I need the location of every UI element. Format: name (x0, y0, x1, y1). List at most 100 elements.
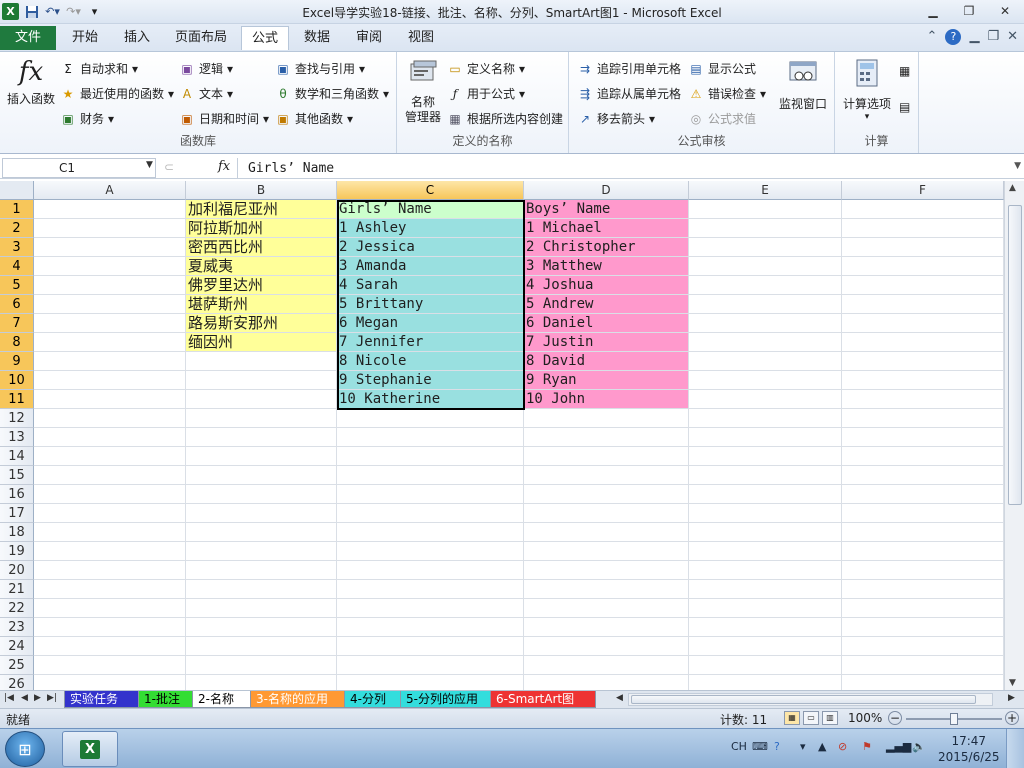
taskbar-excel-button[interactable]: X (62, 731, 118, 767)
cell-D15[interactable] (524, 466, 689, 485)
cell-F7[interactable] (842, 314, 1004, 333)
cell-E21[interactable] (689, 580, 842, 599)
cell-F9[interactable] (842, 352, 1004, 371)
column-header-e[interactable]: E (689, 181, 842, 200)
cell-C20[interactable] (337, 561, 524, 580)
cell-B3[interactable]: 密西西比州 (186, 238, 337, 257)
column-header-c[interactable]: C (337, 181, 524, 200)
row-header-4[interactable]: 4 (0, 257, 34, 276)
cell-E8[interactable] (689, 333, 842, 352)
cell-B1[interactable]: 加利福尼亚州 (186, 200, 337, 219)
cell-B17[interactable] (186, 504, 337, 523)
cell-F13[interactable] (842, 428, 1004, 447)
cell-F8[interactable] (842, 333, 1004, 352)
cell-B14[interactable] (186, 447, 337, 466)
cell-D19[interactable] (524, 542, 689, 561)
evaluate-formula-button[interactable]: ◎ 公式求值 (688, 110, 756, 127)
cell-F20[interactable] (842, 561, 1004, 580)
cell-B11[interactable] (186, 390, 337, 409)
cell-E17[interactable] (689, 504, 842, 523)
cell-E24[interactable] (689, 637, 842, 656)
cell-D6[interactable]: 5 Andrew (524, 295, 689, 314)
scroll-down-icon[interactable]: ▼ (1009, 678, 1016, 688)
cell-B25[interactable] (186, 656, 337, 675)
cell-B12[interactable] (186, 409, 337, 428)
tab-page-layout[interactable]: 页面布局 (168, 26, 234, 50)
ime-options-icon[interactable]: ▾ (800, 740, 806, 753)
cell-C25[interactable] (337, 656, 524, 675)
recent-functions-button[interactable]: ★ 最近使用的函数 ▾ (60, 85, 174, 102)
tab-view[interactable]: 视图 (400, 26, 442, 50)
calculate-now-icon[interactable]: ▦ (899, 64, 910, 78)
cell-C26[interactable] (337, 675, 524, 690)
lookup-button[interactable]: ▣ 查找与引用 ▾ (275, 60, 365, 77)
column-header-b[interactable]: B (186, 181, 337, 200)
cell-A8[interactable] (34, 333, 186, 352)
cell-F24[interactable] (842, 637, 1004, 656)
cell-C4[interactable]: 3 Amanda (337, 257, 524, 276)
cell-E3[interactable] (689, 238, 842, 257)
calc-options-button[interactable]: 计算选项 ▾ (839, 58, 895, 122)
watch-window-button[interactable]: 监视窗口 (775, 58, 831, 112)
select-all-corner[interactable] (0, 181, 34, 200)
network-alert-icon[interactable]: ⚑ (862, 740, 872, 753)
text-button[interactable]: A 文本 ▾ (179, 85, 233, 102)
row-header-9[interactable]: 9 (0, 352, 34, 371)
cell-D22[interactable] (524, 599, 689, 618)
cell-D7[interactable]: 6 Daniel (524, 314, 689, 333)
sheet-tab-6[interactable]: 5-分列的应用 (400, 691, 492, 708)
row-header-3[interactable]: 3 (0, 238, 34, 257)
cell-B7[interactable]: 路易斯安那州 (186, 314, 337, 333)
first-sheet-icon[interactable]: |◀ (4, 693, 14, 703)
cell-E25[interactable] (689, 656, 842, 675)
sheet-tab-1[interactable]: 实验任务 (64, 691, 140, 708)
cell-A25[interactable] (34, 656, 186, 675)
trace-precedents-button[interactable]: ⇉ 追踪引用单元格 (577, 60, 681, 77)
cell-F11[interactable] (842, 390, 1004, 409)
calculate-sheet-icon[interactable]: ▤ (899, 100, 910, 114)
cell-C22[interactable] (337, 599, 524, 618)
cell-C14[interactable] (337, 447, 524, 466)
page-layout-view-icon[interactable]: ▭ (803, 711, 819, 725)
page-break-view-icon[interactable]: ▥ (822, 711, 838, 725)
cell-E19[interactable] (689, 542, 842, 561)
cell-C12[interactable] (337, 409, 524, 428)
cell-D2[interactable]: 1 Michael (524, 219, 689, 238)
cell-C15[interactable] (337, 466, 524, 485)
tab-data[interactable]: 数据 (296, 26, 338, 50)
row-header-23[interactable]: 23 (0, 618, 34, 637)
cell-F10[interactable] (842, 371, 1004, 390)
cell-E7[interactable] (689, 314, 842, 333)
next-sheet-icon[interactable]: ▶ (34, 693, 41, 703)
cell-A2[interactable] (34, 219, 186, 238)
financial-button[interactable]: ▣ 财务 ▾ (60, 110, 114, 127)
cell-E11[interactable] (689, 390, 842, 409)
cell-F26[interactable] (842, 675, 1004, 690)
show-hidden-icons-icon[interactable]: ▲ (818, 740, 826, 753)
name-manager-button[interactable]: 名称 管理器 (401, 58, 445, 125)
sheet-tab-4[interactable]: 3-名称的应用 (250, 691, 346, 708)
doc-minimize-icon[interactable]: ▁ (969, 29, 979, 45)
ribbon-collapse-icon[interactable]: ⌃ (927, 29, 938, 45)
cell-A22[interactable] (34, 599, 186, 618)
row-header-24[interactable]: 24 (0, 637, 34, 656)
insert-function-button[interactable]: fx 插入函数 (4, 58, 58, 107)
help-tray-icon[interactable]: ? (774, 740, 780, 753)
cell-B6[interactable]: 堪萨斯州 (186, 295, 337, 314)
row-header-21[interactable]: 21 (0, 580, 34, 599)
cell-A15[interactable] (34, 466, 186, 485)
row-header-15[interactable]: 15 (0, 466, 34, 485)
cell-A11[interactable] (34, 390, 186, 409)
cell-D1[interactable]: Boys’ Name (524, 200, 689, 219)
more-functions-button[interactable]: ▣ 其他函数 ▾ (275, 110, 353, 127)
column-header-f[interactable]: F (842, 181, 1004, 200)
cell-A1[interactable] (34, 200, 186, 219)
horizontal-scrollbar[interactable] (628, 693, 993, 706)
tab-split-handle[interactable]: ◀ (616, 693, 623, 703)
doc-restore-icon[interactable]: ❐ (987, 29, 999, 45)
cell-D17[interactable] (524, 504, 689, 523)
cell-C10[interactable]: 9 Stephanie (337, 371, 524, 390)
datetime-button[interactable]: ▣ 日期和时间 ▾ (179, 110, 269, 127)
formula-input[interactable]: Girls’ Name (237, 158, 1004, 178)
cell-D14[interactable] (524, 447, 689, 466)
